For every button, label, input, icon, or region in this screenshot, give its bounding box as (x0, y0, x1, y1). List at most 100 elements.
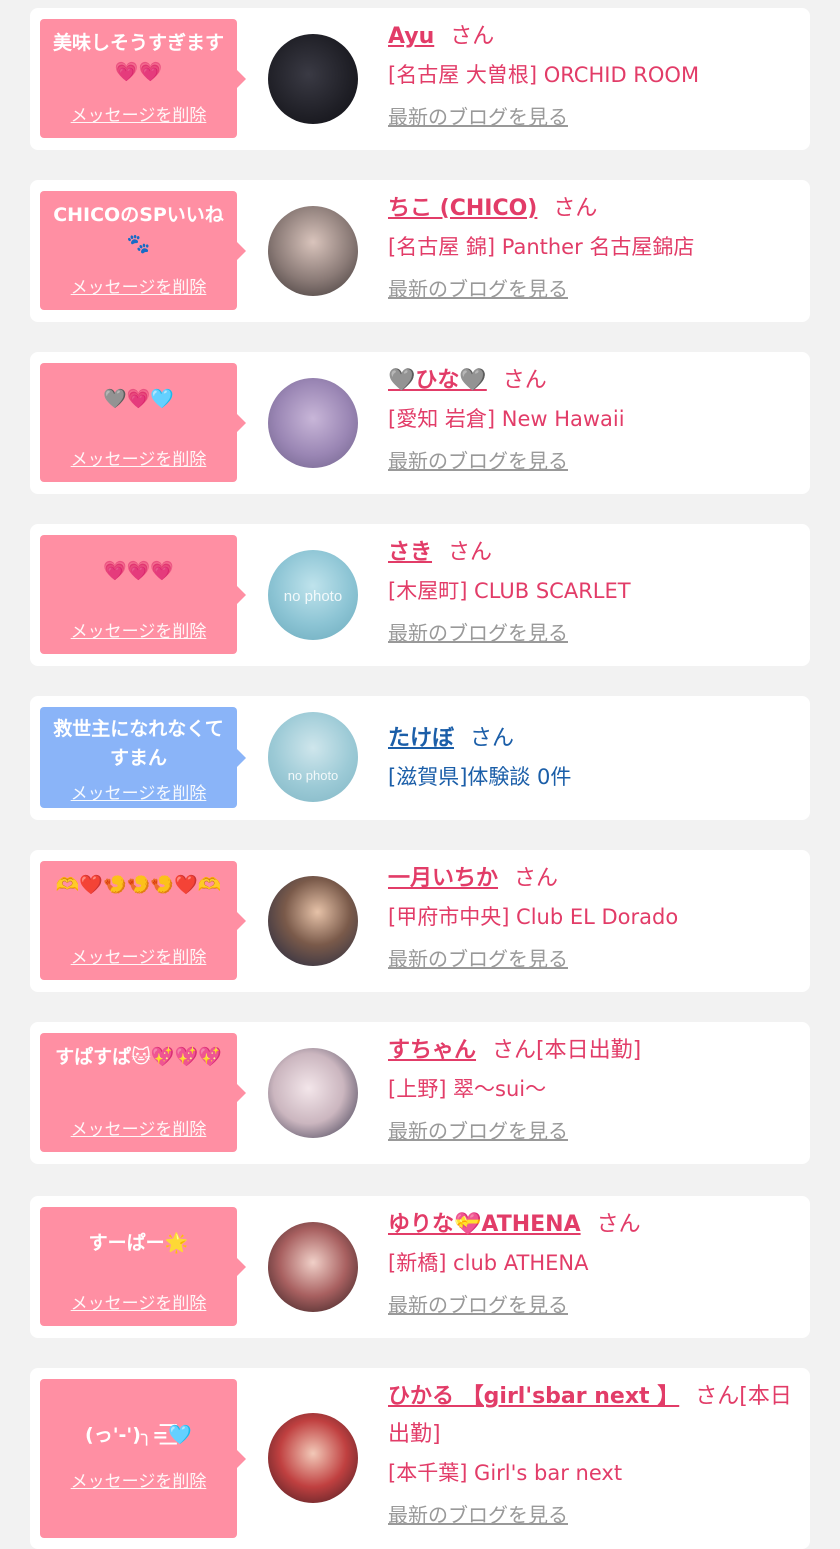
name-line: たけぼ さん (388, 720, 798, 758)
delete-message-link[interactable]: メッセージを削除 (40, 1115, 237, 1140)
message-text: 🩶💗🩵 (103, 388, 174, 410)
avatar[interactable] (268, 1222, 358, 1312)
honorific: さん (450, 24, 495, 49)
user-info: ちこ (CHICO) さん [名古屋 錦] Panther 名古屋錦店 最新のブロ… (388, 190, 798, 304)
shop-label: [本千葉] Girl's bar next (388, 1461, 623, 1485)
avatar[interactable] (268, 206, 358, 296)
message-text: すぱすぱ🐱💖💖💖 (55, 1046, 222, 1068)
name-line: ゆりな💝ATHENA さん (388, 1206, 798, 1244)
message-bubble: 美味しそうすぎます💗💗 メッセージを削除 (40, 19, 246, 138)
user-info: すちゃん さん[本日出勤] [上野] 翠〜sui〜 最新のブログを見る (388, 1032, 798, 1146)
name-line: さき さん (388, 534, 798, 572)
user-name-link[interactable]: 🩶ひな🩶 (388, 368, 487, 393)
latest-blog-link[interactable]: 最新のブログを見る (388, 274, 798, 304)
message-text: 🫶❤️🍤🍤🍤❤️🫶 (55, 874, 222, 896)
latest-blog-link[interactable]: 最新のブログを見る (388, 1290, 798, 1320)
name-line: すちゃん さん[本日出勤] (388, 1032, 798, 1070)
delete-message-link[interactable]: メッセージを削除 (40, 1289, 237, 1314)
message-card: すぱすぱ🐱💖💖💖 メッセージを削除 すちゃん さん[本日出勤] [上野] 翠〜su… (30, 1022, 810, 1164)
user-name-link[interactable]: さき (388, 540, 432, 565)
shop-label: [滋賀県]体験談 0件 (388, 765, 572, 789)
message-bubble: CHICOのSPいいね🐾 メッセージを削除 (40, 191, 246, 310)
name-line: ひかる 【girl'sbar next 】さん[本日出勤] (388, 1378, 798, 1454)
honorific: さん (514, 866, 559, 891)
user-info: Ayu さん [名古屋 大曽根] ORCHID ROOM 最新のブログを見る (388, 18, 798, 132)
honorific: さん (596, 1212, 641, 1237)
delete-message-link[interactable]: メッセージを削除 (40, 1467, 237, 1492)
honorific: さん (553, 196, 598, 221)
message-text: 救世主になれなくてすまん (53, 718, 224, 769)
latest-blog-link[interactable]: 最新のブログを見る (388, 102, 798, 132)
delete-message-link[interactable]: メッセージを削除 (40, 779, 237, 804)
name-line: Ayu さん (388, 18, 798, 56)
message-text: CHICOのSPいいね🐾 (53, 204, 224, 255)
shop-label: [甲府市中央] Club EL Dorado (388, 905, 679, 929)
user-name-link[interactable]: ちこ (CHICO) (388, 196, 537, 221)
latest-blog-link[interactable]: 最新のブログを見る (388, 446, 798, 476)
user-info: ひかる 【girl'sbar next 】さん[本日出勤] [本千葉] Girl… (388, 1378, 798, 1530)
no-photo-label: no photo (287, 768, 339, 783)
message-card: すーぱー🌟 メッセージを削除 ゆりな💝ATHENA さん [新橋] club AT… (30, 1196, 810, 1338)
delete-message-link[interactable]: メッセージを削除 (40, 943, 237, 968)
message-bubble: 救世主になれなくてすまん メッセージを削除 (40, 707, 246, 808)
name-line: 一月いちか さん (388, 860, 798, 898)
shop-label: [愛知 岩倉] New Hawaii (388, 407, 625, 431)
message-text: (っ'-')╮=͟͟͞͞🩵 (85, 1424, 192, 1446)
avatar[interactable]: no photo (268, 550, 358, 640)
message-card: 🫶❤️🍤🍤🍤❤️🫶 メッセージを削除 一月いちか さん [甲府市中央] Club … (30, 850, 810, 992)
avatar[interactable] (268, 876, 358, 966)
message-card: 美味しそうすぎます💗💗 メッセージを削除 Ayu さん [名古屋 大曽根] ORC… (30, 8, 810, 150)
honorific: さん (502, 368, 547, 393)
user-info: さき さん [木屋町] CLUB SCARLET 最新のブログを見る (388, 534, 798, 648)
message-bubble: 🩶💗🩵 メッセージを削除 (40, 363, 246, 482)
user-name-link[interactable]: Ayu (388, 24, 434, 49)
avatar[interactable] (268, 1413, 358, 1503)
message-bubble: すぱすぱ🐱💖💖💖 メッセージを削除 (40, 1033, 246, 1152)
message-bubble: すーぱー🌟 メッセージを削除 (40, 1207, 246, 1326)
message-text: すーぱー🌟 (88, 1232, 189, 1254)
user-name-link[interactable]: ゆりな💝ATHENA (388, 1212, 581, 1237)
message-card: CHICOのSPいいね🐾 メッセージを削除 ちこ (CHICO) さん [名古屋 … (30, 180, 810, 322)
user-info: たけぼ さん [滋賀県]体験談 0件 (388, 720, 798, 796)
honorific: さん (470, 726, 515, 751)
message-bubble: 💗💗💗 メッセージを削除 (40, 535, 246, 654)
no-photo-label: no photo (283, 588, 343, 605)
shop-label: [名古屋 大曽根] ORCHID ROOM (388, 63, 700, 87)
message-bubble: 🫶❤️🍤🍤🍤❤️🫶 メッセージを削除 (40, 861, 246, 980)
message-text: 💗💗💗 (103, 560, 174, 582)
latest-blog-link[interactable]: 最新のブログを見る (388, 1116, 798, 1146)
latest-blog-link[interactable]: 最新のブログを見る (388, 944, 798, 974)
delete-message-link[interactable]: メッセージを削除 (40, 445, 237, 470)
name-line: ちこ (CHICO) さん (388, 190, 798, 228)
shop-label: [上野] 翠〜sui〜 (388, 1077, 547, 1101)
user-info: ゆりな💝ATHENA さん [新橋] club ATHENA 最新のブログを見る (388, 1206, 798, 1320)
delete-message-link[interactable]: メッセージを削除 (40, 101, 237, 126)
user-info: 🩶ひな🩶 さん [愛知 岩倉] New Hawaii 最新のブログを見る (388, 362, 798, 476)
message-card: 💗💗💗 メッセージを削除 no photo さき さん [木屋町] CLUB SC… (30, 524, 810, 666)
user-name-link[interactable]: たけぼ (388, 726, 454, 751)
user-info: 一月いちか さん [甲府市中央] Club EL Dorado 最新のブログを見る (388, 860, 798, 974)
user-name-link[interactable]: すちゃん (388, 1038, 476, 1063)
message-card: 救世主になれなくてすまん メッセージを削除 no photo たけぼ さん [滋賀… (30, 696, 810, 820)
message-text: 美味しそうすぎます💗💗 (52, 32, 224, 83)
latest-blog-link[interactable]: 最新のブログを見る (388, 1500, 798, 1530)
shop-label: [木屋町] CLUB SCARLET (388, 579, 631, 603)
avatar[interactable]: no photo (268, 712, 358, 802)
shop-label: [新橋] club ATHENA (388, 1251, 589, 1275)
message-list: 美味しそうすぎます💗💗 メッセージを削除 Ayu さん [名古屋 大曽根] ORC… (0, 0, 840, 1549)
avatar[interactable] (268, 34, 358, 124)
message-card: (っ'-')╮=͟͟͞͞🩵 メッセージを削除 ひかる 【girl'sbar ne… (30, 1368, 810, 1549)
avatar[interactable] (268, 1048, 358, 1138)
user-name-link[interactable]: ひかる 【girl'sbar next 】 (388, 1384, 679, 1409)
honorific: さん (448, 540, 493, 565)
message-bubble: (っ'-')╮=͟͟͞͞🩵 メッセージを削除 (40, 1379, 246, 1538)
message-card: 🩶💗🩵 メッセージを削除 🩶ひな🩶 さん [愛知 岩倉] New Hawaii 最… (30, 352, 810, 494)
honorific: さん[本日出勤] (492, 1038, 642, 1063)
user-name-link[interactable]: 一月いちか (388, 866, 498, 891)
delete-message-link[interactable]: メッセージを削除 (40, 617, 237, 642)
name-line: 🩶ひな🩶 さん (388, 362, 798, 400)
delete-message-link[interactable]: メッセージを削除 (40, 273, 237, 298)
shop-label: [名古屋 錦] Panther 名古屋錦店 (388, 235, 695, 259)
avatar[interactable] (268, 378, 358, 468)
latest-blog-link[interactable]: 最新のブログを見る (388, 618, 798, 648)
